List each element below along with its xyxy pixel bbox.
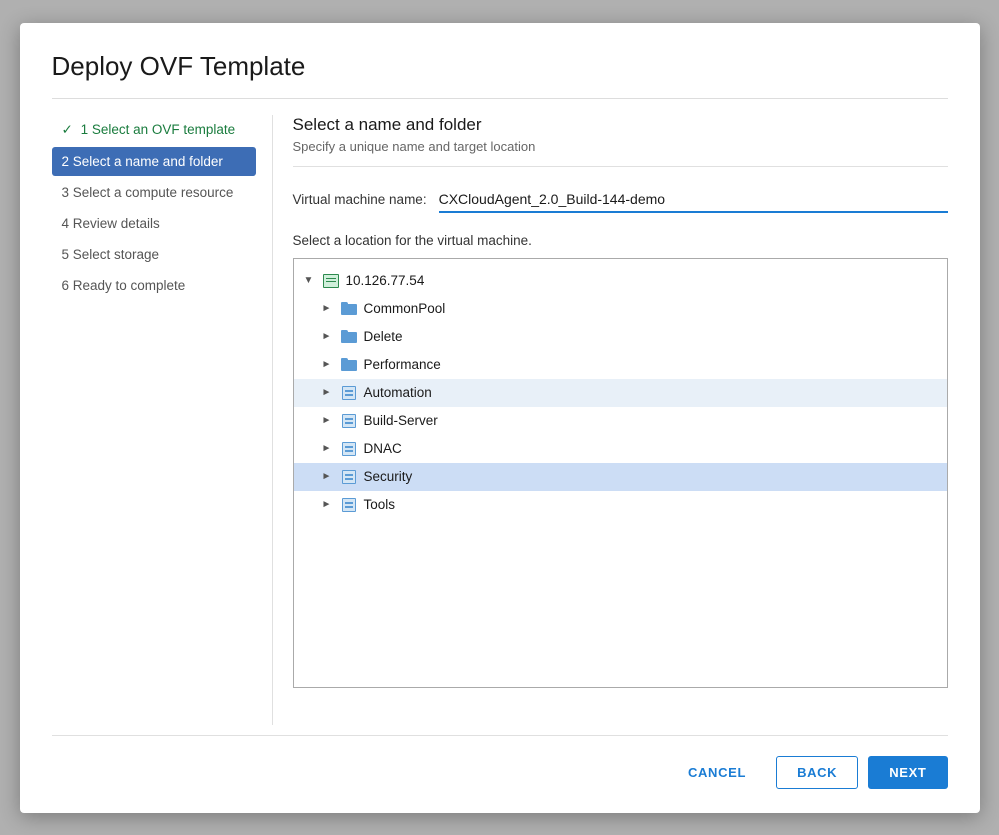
node-label-delete: Delete (364, 329, 403, 344)
node-label-tools: Tools (364, 497, 396, 512)
root-label: 10.126.77.54 (346, 273, 425, 288)
sidebar: ✓ 1 Select an OVF template 2 Select a na… (52, 115, 272, 725)
node-label-performance: Performance (364, 357, 441, 372)
tree-node-performance[interactable]: ► Performance (294, 351, 947, 379)
server-icon (340, 412, 358, 430)
section-title: Select a name and folder (293, 115, 948, 135)
tree-node-security[interactable]: ► Security (294, 463, 947, 491)
server-icon (340, 496, 358, 514)
chevron-down-icon: ▼ (304, 275, 318, 286)
checkmark-icon: ✓ (62, 122, 73, 137)
next-button[interactable]: NEXT (868, 756, 947, 789)
deploy-ovf-dialog: Deploy OVF Template ✓ 1 Select an OVF te… (20, 23, 980, 813)
dialog-footer: CANCEL BACK NEXT (52, 735, 948, 789)
dialog-title: Deploy OVF Template (52, 51, 948, 99)
folder-icon (340, 300, 358, 318)
node-label-automation: Automation (364, 385, 432, 400)
folder-icon (340, 356, 358, 374)
node-label-commonpool: CommonPool (364, 301, 446, 316)
tree-container[interactable]: ▼ 10.126.77.54 ► CommonPool ► (293, 258, 948, 688)
tree-node-dnac[interactable]: ► DNAC (294, 435, 947, 463)
sidebar-item-step4[interactable]: 4 Review details (52, 209, 256, 238)
back-button[interactable]: BACK (776, 756, 858, 789)
chevron-right-icon: ► (322, 471, 336, 482)
tree-node-delete[interactable]: ► Delete (294, 323, 947, 351)
sidebar-item-step3[interactable]: 3 Select a compute resource (52, 178, 256, 207)
chevron-right-icon: ► (322, 331, 336, 342)
vm-name-input[interactable] (439, 187, 948, 213)
dialog-body: ✓ 1 Select an OVF template 2 Select a na… (52, 115, 948, 725)
main-content: Select a name and folder Specify a uniqu… (272, 115, 948, 725)
chevron-right-icon: ► (322, 359, 336, 370)
tree-node-build-server[interactable]: ► Build-Server (294, 407, 947, 435)
root-icon (322, 272, 340, 290)
sidebar-item-step6[interactable]: 6 Ready to complete (52, 271, 256, 300)
node-label-security: Security (364, 469, 413, 484)
tree-node-commonpool[interactable]: ► CommonPool (294, 295, 947, 323)
tree-node-tools[interactable]: ► Tools (294, 491, 947, 519)
sidebar-item-step1[interactable]: ✓ 1 Select an OVF template (52, 115, 256, 145)
server-icon (340, 440, 358, 458)
node-label-dnac: DNAC (364, 441, 402, 456)
tree-node-automation[interactable]: ► Automation (294, 379, 947, 407)
tree-root-node[interactable]: ▼ 10.126.77.54 (294, 267, 947, 295)
vm-name-row: Virtual machine name: (293, 187, 948, 213)
chevron-right-icon: ► (322, 415, 336, 426)
location-label: Select a location for the virtual machin… (293, 233, 948, 248)
chevron-right-icon: ► (322, 443, 336, 454)
chevron-right-icon: ► (322, 387, 336, 398)
cancel-button[interactable]: CANCEL (668, 756, 766, 789)
chevron-right-icon: ► (322, 499, 336, 510)
section-subtitle: Specify a unique name and target locatio… (293, 139, 948, 167)
server-icon (340, 468, 358, 486)
vm-name-label: Virtual machine name: (293, 192, 427, 207)
sidebar-item-step2[interactable]: 2 Select a name and folder (52, 147, 256, 176)
folder-icon (340, 328, 358, 346)
node-label-build-server: Build-Server (364, 413, 438, 428)
sidebar-item-step5[interactable]: 5 Select storage (52, 240, 256, 269)
server-icon (340, 384, 358, 402)
chevron-right-icon: ► (322, 303, 336, 314)
